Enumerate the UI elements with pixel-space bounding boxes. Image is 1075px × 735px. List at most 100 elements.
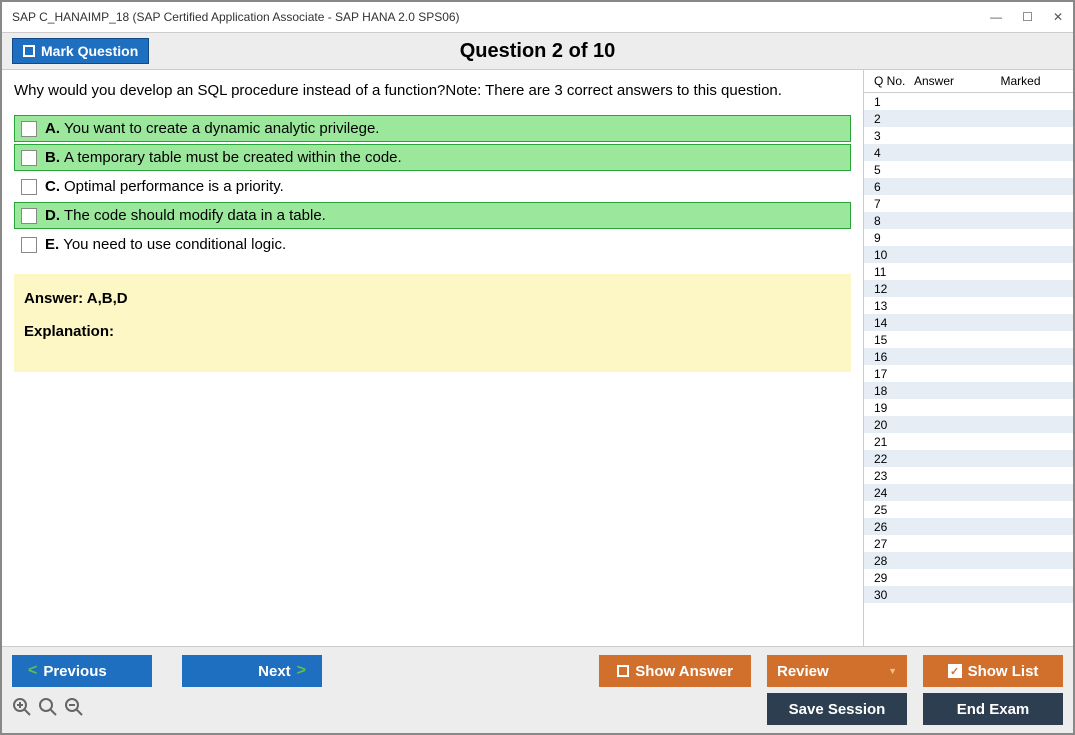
question-list-row[interactable]: 3 [864, 127, 1073, 144]
question-number: 10 [874, 248, 914, 262]
previous-label: Previous [43, 663, 106, 680]
save-session-button[interactable]: Save Session [767, 693, 907, 725]
question-list-row[interactable]: 18 [864, 382, 1073, 399]
question-number: 15 [874, 333, 914, 347]
question-list-row[interactable]: 21 [864, 433, 1073, 450]
question-list-row[interactable]: 27 [864, 535, 1073, 552]
option-letter: E. [45, 236, 59, 253]
header-qno: Q No. [874, 74, 914, 88]
zoom-out-icon[interactable] [64, 697, 84, 722]
question-list-row[interactable]: 22 [864, 450, 1073, 467]
question-list-row[interactable]: 12 [864, 280, 1073, 297]
checked-icon: ✓ [948, 664, 962, 678]
header-answer: Answer [914, 74, 974, 88]
question-number: 22 [874, 452, 914, 466]
question-number: 11 [874, 265, 914, 279]
zoom-reset-icon[interactable] [38, 697, 58, 722]
review-button[interactable]: Review ▼ [767, 655, 907, 687]
previous-button[interactable]: < Previous [12, 655, 152, 687]
question-list-row[interactable]: 26 [864, 518, 1073, 535]
question-list-row[interactable]: 25 [864, 501, 1073, 518]
question-list-row[interactable]: 20 [864, 416, 1073, 433]
session-buttons: Save Session End Exam [767, 693, 1063, 725]
question-list-row[interactable]: 5 [864, 161, 1073, 178]
option-row[interactable]: A. You want to create a dynamic analytic… [14, 115, 851, 142]
next-button[interactable]: Next > [182, 655, 322, 687]
question-number: 20 [874, 418, 914, 432]
chevron-left-icon: < [28, 662, 37, 680]
show-answer-label: Show Answer [635, 663, 733, 680]
option-letter: D. [45, 207, 60, 224]
review-label: Review [777, 663, 829, 680]
question-number: 18 [874, 384, 914, 398]
question-list-row[interactable]: 23 [864, 467, 1073, 484]
question-list-row[interactable]: 28 [864, 552, 1073, 569]
option-row[interactable]: B. A temporary table must be created wit… [14, 144, 851, 171]
mark-question-button[interactable]: Mark Question [12, 38, 149, 64]
checkbox-icon [23, 45, 35, 57]
option-row[interactable]: E. You need to use conditional logic. [14, 231, 851, 258]
main-area: Why would you develop an SQL procedure i… [2, 70, 1073, 646]
question-list[interactable]: 1234567891011121314151617181920212223242… [864, 93, 1073, 646]
option-checkbox[interactable] [21, 179, 37, 195]
question-number: 30 [874, 588, 914, 602]
show-list-button[interactable]: ✓ Show List [923, 655, 1063, 687]
question-counter: Question 2 of 10 [460, 40, 616, 63]
minimize-icon[interactable]: — [990, 10, 1002, 24]
explanation-label: Explanation: [24, 323, 841, 340]
question-list-row[interactable]: 30 [864, 586, 1073, 603]
action-buttons: Show Answer Review ▼ ✓ Show List [599, 655, 1063, 687]
question-list-row[interactable]: 14 [864, 314, 1073, 331]
option-row[interactable]: C. Optimal performance is a priority. [14, 173, 851, 200]
save-session-label: Save Session [789, 701, 886, 718]
zoom-in-icon[interactable] [12, 697, 32, 722]
footer-row-1: < Previous Next > Show Answer Review ▼ [12, 655, 1063, 687]
close-icon[interactable]: ✕ [1053, 10, 1063, 24]
footer-row-2: Save Session End Exam [12, 693, 1063, 725]
question-list-row[interactable]: 10 [864, 246, 1073, 263]
app-window: SAP C_HANAIMP_18 (SAP Certified Applicat… [0, 0, 1075, 735]
end-exam-label: End Exam [957, 701, 1030, 718]
question-list-row[interactable]: 24 [864, 484, 1073, 501]
question-list-row[interactable]: 4 [864, 144, 1073, 161]
question-list-row[interactable]: 2 [864, 110, 1073, 127]
option-checkbox[interactable] [21, 150, 37, 166]
question-number: 4 [874, 146, 914, 160]
option-text: The code should modify data in a table. [64, 207, 326, 224]
question-list-row[interactable]: 6 [864, 178, 1073, 195]
option-checkbox[interactable] [21, 121, 37, 137]
question-list-row[interactable]: 7 [864, 195, 1073, 212]
question-list-row[interactable]: 19 [864, 399, 1073, 416]
option-text: You want to create a dynamic analytic pr… [64, 120, 379, 137]
question-text: Why would you develop an SQL procedure i… [14, 82, 851, 99]
question-number: 5 [874, 163, 914, 177]
question-number: 17 [874, 367, 914, 381]
maximize-icon[interactable]: ☐ [1022, 10, 1033, 24]
question-list-row[interactable]: 1 [864, 93, 1073, 110]
end-exam-button[interactable]: End Exam [923, 693, 1063, 725]
option-letter: C. [45, 178, 60, 195]
question-list-row[interactable]: 16 [864, 348, 1073, 365]
show-answer-button[interactable]: Show Answer [599, 655, 751, 687]
question-list-row[interactable]: 9 [864, 229, 1073, 246]
question-list-row[interactable]: 11 [864, 263, 1073, 280]
option-row[interactable]: D. The code should modify data in a tabl… [14, 202, 851, 229]
question-list-row[interactable]: 13 [864, 297, 1073, 314]
option-checkbox[interactable] [21, 237, 37, 253]
question-list-row[interactable]: 29 [864, 569, 1073, 586]
question-number: 25 [874, 503, 914, 517]
question-list-row[interactable]: 8 [864, 212, 1073, 229]
question-list-row[interactable]: 15 [864, 331, 1073, 348]
question-list-row[interactable]: 17 [864, 365, 1073, 382]
mark-question-label: Mark Question [41, 43, 138, 59]
question-number: 23 [874, 469, 914, 483]
question-number: 19 [874, 401, 914, 415]
answer-text: Answer: A,B,D [24, 290, 841, 307]
dropdown-icon: ▼ [888, 666, 897, 676]
question-number: 21 [874, 435, 914, 449]
option-checkbox[interactable] [21, 208, 37, 224]
option-letter: B. [45, 149, 60, 166]
footer: < Previous Next > Show Answer Review ▼ [2, 646, 1073, 733]
question-number: 29 [874, 571, 914, 585]
options-list: A. You want to create a dynamic analytic… [14, 113, 851, 260]
